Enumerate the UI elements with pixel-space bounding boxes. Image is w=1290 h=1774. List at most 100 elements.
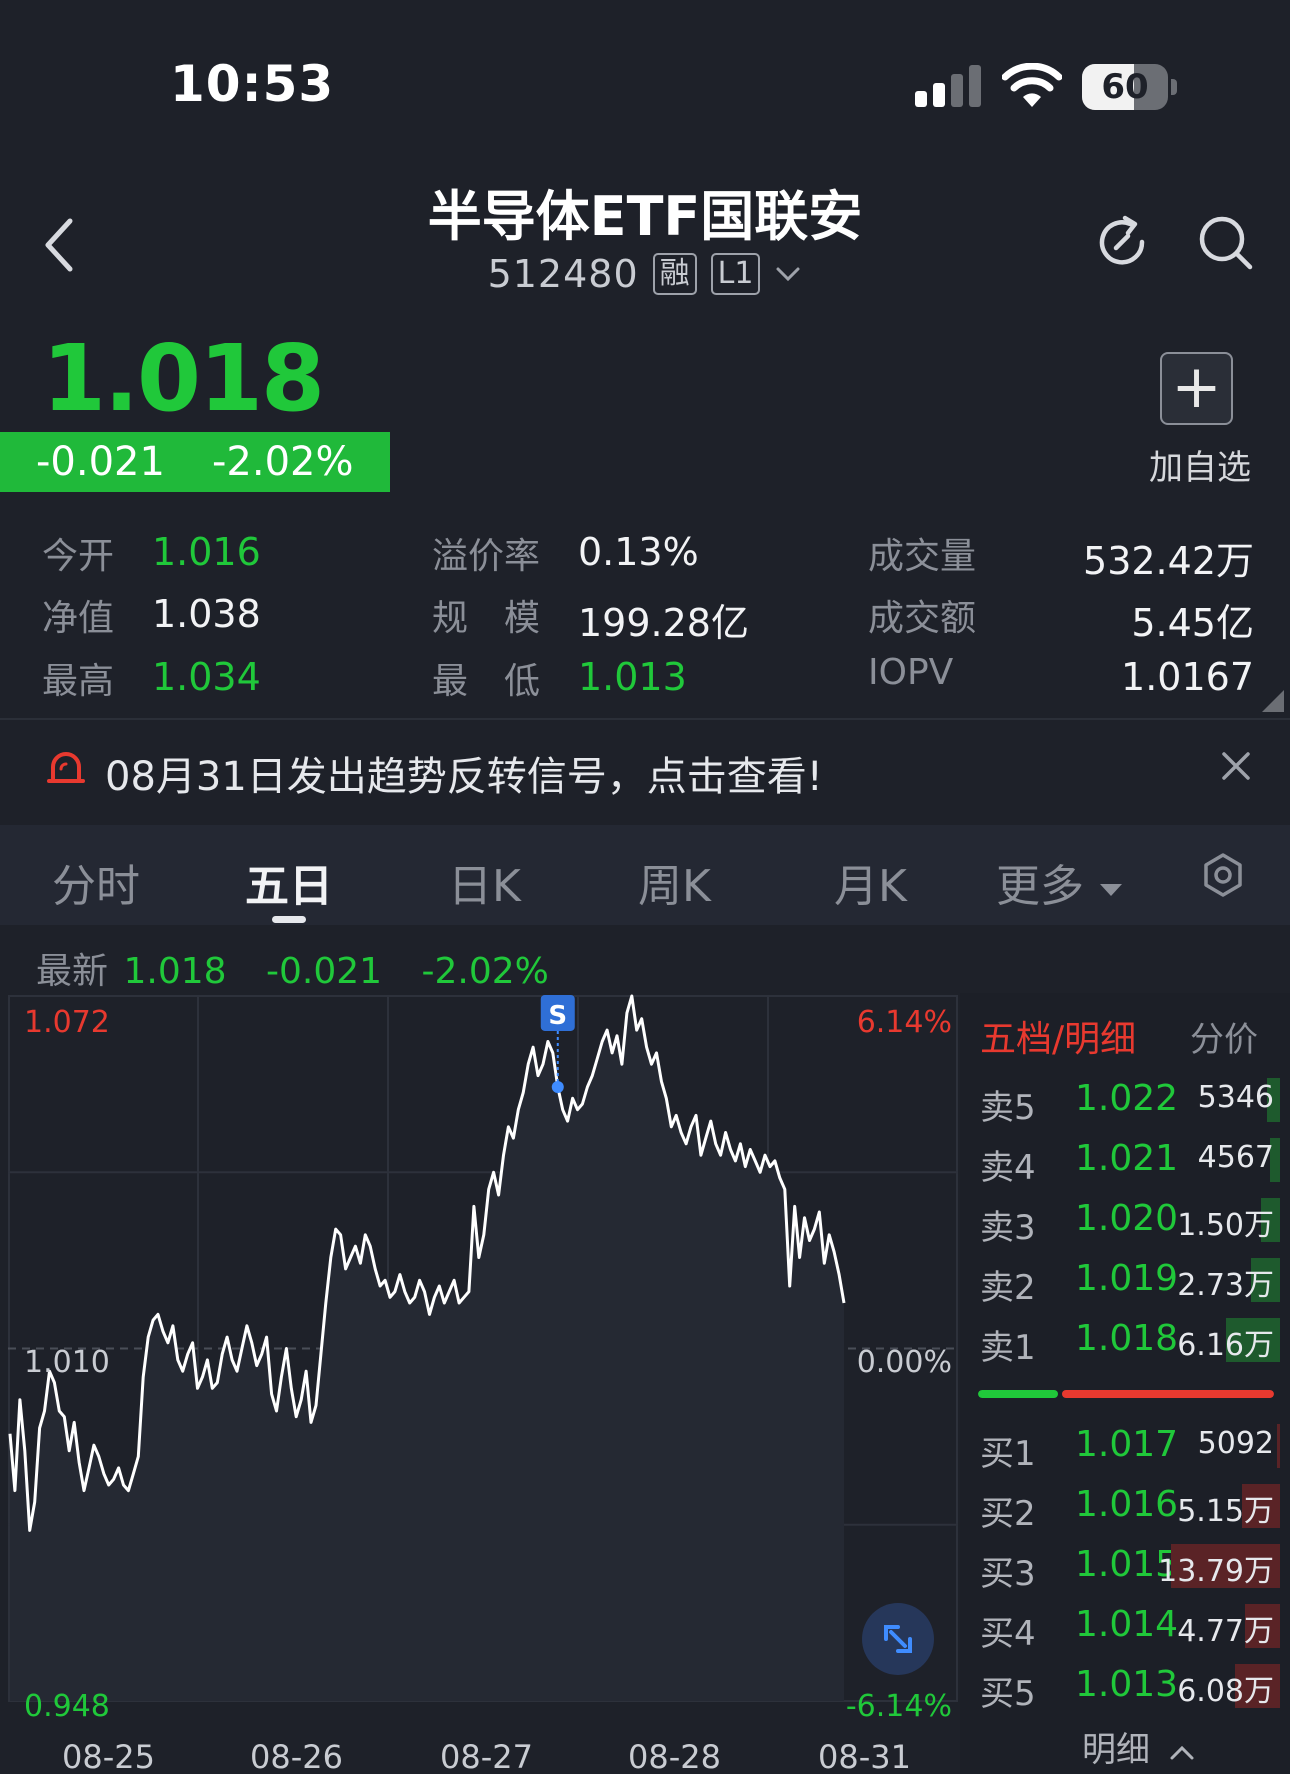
tab-more[interactable]: 更多 bbox=[996, 850, 1124, 914]
ask-level-label: 卖4 bbox=[980, 1148, 1036, 1188]
high-label: 最高 bbox=[42, 661, 115, 702]
high-value: 1.034 bbox=[152, 655, 261, 699]
iopv-value: 1.0167 bbox=[1121, 655, 1254, 699]
security-code: 512480 bbox=[487, 252, 639, 296]
tab-more-label: 更多 bbox=[996, 861, 1084, 912]
tab-daily-k[interactable]: 日K bbox=[448, 850, 521, 914]
x-date-2: 08-26 bbox=[250, 1738, 343, 1774]
fullscreen-icon bbox=[884, 1625, 912, 1653]
bid-quantity: 5.15万 bbox=[1177, 1494, 1274, 1529]
ask-row-4[interactable]: 卖2 1.019 2.73万 bbox=[960, 1252, 1280, 1308]
ask-quantity: 4567 bbox=[1197, 1140, 1274, 1175]
bid-level-label: 买3 bbox=[980, 1554, 1036, 1594]
expand-corner-icon[interactable] bbox=[1262, 690, 1284, 712]
bid-row-1[interactable]: 买1 1.017 5092 bbox=[960, 1418, 1280, 1474]
latest-price: 1.018 bbox=[123, 951, 227, 992]
amount-label: 成交额 bbox=[868, 598, 977, 639]
tab-intraday[interactable]: 分时 bbox=[52, 850, 140, 914]
alarm-icon bbox=[47, 752, 85, 783]
y-label-top: 1.072 bbox=[24, 1005, 110, 1040]
ask-quantity: 6.16万 bbox=[1177, 1328, 1274, 1363]
plus-icon: + bbox=[1171, 352, 1222, 422]
price-distribution-tab[interactable]: 分价 bbox=[1190, 1012, 1258, 1061]
ask-level-label: 卖2 bbox=[980, 1268, 1036, 1308]
signal-dot bbox=[551, 1080, 564, 1093]
level-tag: L1 bbox=[710, 253, 761, 295]
status-time: 10:53 bbox=[170, 55, 335, 113]
open-value: 1.016 bbox=[152, 530, 261, 574]
ask-price: 1.018 bbox=[1075, 1318, 1179, 1359]
ask-level-label: 卖5 bbox=[980, 1088, 1036, 1128]
volume-bar bbox=[1277, 1424, 1280, 1468]
scale-value: 199.28亿 bbox=[578, 601, 749, 645]
active-tab-indicator bbox=[272, 916, 306, 923]
order-book-title[interactable]: 五档/明细 bbox=[980, 1010, 1136, 1062]
add-watchlist-label[interactable]: 加自选 bbox=[1130, 440, 1270, 489]
latest-change: -0.021 bbox=[265, 951, 383, 992]
x-date-3: 08-27 bbox=[440, 1738, 533, 1774]
ask-row-1[interactable]: 卖5 1.022 5346 bbox=[960, 1072, 1280, 1128]
ask-row-5[interactable]: 卖1 1.018 6.16万 bbox=[960, 1312, 1280, 1368]
bid-level-label: 买2 bbox=[980, 1494, 1036, 1534]
iopv-label: IOPV bbox=[868, 652, 954, 693]
wifi-icon bbox=[1002, 63, 1062, 107]
bid-row-3[interactable]: 买3 1.015 13.79万 bbox=[960, 1538, 1280, 1594]
fullscreen-button[interactable] bbox=[862, 1603, 934, 1675]
add-watchlist-button[interactable]: + bbox=[1160, 352, 1233, 425]
caret-down-icon bbox=[1100, 884, 1122, 896]
amount-value: 5.45亿 bbox=[1131, 601, 1254, 645]
margin-tag: 融 bbox=[652, 253, 697, 295]
bid-quantity: 6.08万 bbox=[1177, 1674, 1274, 1709]
detail-label: 明细 bbox=[1082, 1730, 1150, 1770]
bid-row-4[interactable]: 买4 1.014 4.77万 bbox=[960, 1598, 1280, 1654]
ask-row-3[interactable]: 卖3 1.020 1.50万 bbox=[960, 1192, 1280, 1248]
current-price: 1.018 bbox=[42, 325, 325, 432]
bid-level-label: 买5 bbox=[980, 1674, 1036, 1714]
nav-label: 净值 bbox=[42, 598, 115, 639]
chevron-up-icon bbox=[1170, 1745, 1194, 1759]
ask-level-label: 卖3 bbox=[980, 1208, 1036, 1248]
ask-price: 1.019 bbox=[1075, 1258, 1179, 1299]
divider bbox=[0, 718, 1290, 720]
change-value: -0.021 bbox=[36, 439, 165, 485]
x-date-4: 08-28 bbox=[628, 1738, 721, 1774]
search-icon[interactable] bbox=[1195, 212, 1255, 272]
volume-value: 532.42万 bbox=[1083, 539, 1254, 583]
detail-toggle[interactable]: 明细 bbox=[1082, 1722, 1195, 1771]
signal-banner-text[interactable]: 08月31日发出趋势反转信号，点击查看! bbox=[105, 744, 823, 802]
bid-quantity: 4.77万 bbox=[1177, 1614, 1274, 1649]
bid-row-5[interactable]: 买5 1.013 6.08万 bbox=[960, 1658, 1280, 1714]
bid-row-2[interactable]: 买2 1.016 5.15万 bbox=[960, 1478, 1280, 1534]
ask-level-label: 卖1 bbox=[980, 1328, 1036, 1368]
buy-sell-ratio-bar bbox=[978, 1390, 1274, 1398]
low-value: 1.013 bbox=[578, 655, 687, 699]
bid-price: 1.014 bbox=[1075, 1604, 1179, 1645]
bid-price: 1.017 bbox=[1075, 1424, 1179, 1465]
refresh-icon[interactable] bbox=[1092, 212, 1152, 272]
tab-five-day[interactable]: 五日 bbox=[245, 850, 333, 914]
ask-price: 1.022 bbox=[1075, 1078, 1179, 1119]
premium-value: 0.13% bbox=[578, 530, 699, 574]
signal-label: S bbox=[548, 1001, 567, 1031]
bid-price: 1.013 bbox=[1075, 1664, 1179, 1705]
ask-row-2[interactable]: 卖4 1.021 4567 bbox=[960, 1132, 1280, 1188]
bid-level-label: 买4 bbox=[980, 1614, 1036, 1654]
scale-label: 规 模 bbox=[432, 598, 541, 639]
tab-weekly-k[interactable]: 周K bbox=[638, 850, 711, 914]
nav-value: 1.038 bbox=[152, 592, 261, 636]
settings-icon[interactable] bbox=[1200, 852, 1246, 898]
price-chart[interactable]: S 1.072 1.010 0.948 6.14% 0.00% -6.14% bbox=[8, 993, 958, 1731]
ask-price: 1.021 bbox=[1075, 1138, 1179, 1179]
latest-percent: -2.02% bbox=[421, 951, 549, 992]
change-badge: -0.021 -2.02% bbox=[0, 432, 390, 492]
bid-quantity: 5092 bbox=[1197, 1426, 1274, 1461]
pct-label-top: 6.14% bbox=[856, 1005, 952, 1040]
chevron-down-icon[interactable] bbox=[774, 264, 802, 284]
tab-monthly-k[interactable]: 月K bbox=[834, 850, 907, 914]
y-label-bottom: 0.948 bbox=[24, 1689, 110, 1724]
ask-price: 1.020 bbox=[1075, 1198, 1179, 1239]
close-icon[interactable] bbox=[1220, 750, 1252, 782]
x-date-5: 08-31 bbox=[818, 1738, 911, 1774]
volume-label: 成交量 bbox=[868, 536, 977, 577]
latest-quote-row: 最新 1.018 -0.021 -2.02% bbox=[36, 942, 549, 994]
